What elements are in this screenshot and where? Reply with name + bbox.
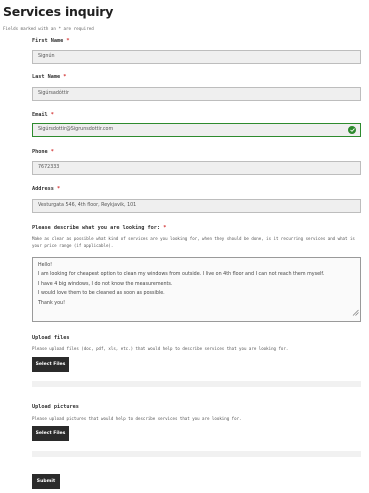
last-name-field[interactable]: Sigúrsadóttir [32,87,361,101]
upload-files-label: Upload files [32,335,70,341]
required-star: * [63,74,67,80]
phone-label: Phone * [32,149,54,155]
page-title: Services inquiry [3,4,114,19]
address-field[interactable]: Vesturgata 546, 4th floor, Reykjavik, 10… [32,199,361,213]
textarea-line: I have 4 big windows, I do not know the … [38,281,173,287]
required-star: * [57,186,61,192]
required-star: * [50,149,54,155]
textarea-line: Hello! [38,263,53,268]
upload-files-dropzone[interactable] [32,381,361,387]
required-star: * [66,38,70,44]
submit-button[interactable]: Submit [32,474,60,489]
phone-label-text: Phone [32,149,48,155]
email-label-text: Email [32,112,48,118]
email-field[interactable]: Sigúrsdottir@Sigrunsdottir.com [32,123,361,137]
select-files-button[interactable]: Select Files [32,357,69,372]
last-name-label-text: Last Name [32,74,61,80]
upload-files-help: Please upload files (doc, pdf, xls, etc.… [32,346,289,351]
textarea-line: Thank you! [38,300,65,306]
phone-field[interactable]: 7672333 [32,161,361,175]
first-name-field[interactable]: Signún [32,50,361,64]
description-textarea[interactable]: Hello! I am looking for cheapest option … [32,257,361,322]
email-label: Email * [32,112,54,118]
description-help: Make as clear as possible what kind of s… [32,236,355,248]
address-label: Address * [32,186,60,192]
check-circle-icon [348,126,356,134]
email-value: Sigúrsdottir@Sigrunsdottir.com [38,127,114,132]
resize-grip-icon[interactable] [352,309,359,320]
first-name-label-text: First Name [32,38,64,44]
textarea-line: I would love them to be cleaned as soon … [38,291,165,297]
upload-pictures-label: Upload pictures [32,404,79,410]
description-label-text: Please describe what you are looking for… [32,225,161,231]
upload-pictures-help: Please upload pictures that would help t… [32,416,242,421]
required-star: * [163,225,167,231]
last-name-label: Last Name * [32,74,66,80]
required-note: Fields marked with an * are required [3,26,94,31]
textarea-line: I am looking for cheapest option to clea… [38,272,325,278]
select-pictures-button[interactable]: Select Files [32,426,69,441]
required-star: * [50,112,54,118]
first-name-label: First Name * [32,38,69,44]
upload-pictures-dropzone[interactable] [32,451,361,457]
address-label-text: Address [32,186,54,192]
description-label: Please describe what you are looking for… [32,225,166,231]
